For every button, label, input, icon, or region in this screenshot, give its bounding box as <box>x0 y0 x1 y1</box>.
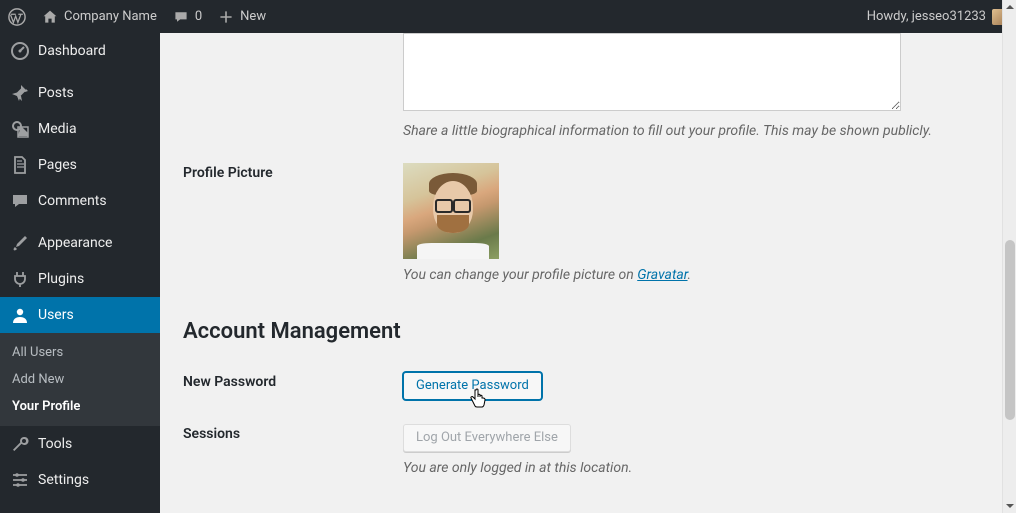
scroll-down-icon[interactable] <box>1003 499 1016 513</box>
menu-label: Appearance <box>38 235 112 251</box>
new-content-link[interactable]: New <box>218 9 266 25</box>
sessions-label: Sessions <box>183 424 403 442</box>
menu-users[interactable]: Users <box>0 297 160 333</box>
menu-label: Tools <box>38 436 72 452</box>
user-icon <box>10 305 30 325</box>
logout-everywhere-button[interactable]: Log Out Everywhere Else <box>403 424 571 452</box>
sliders-icon <box>10 470 30 490</box>
menu-label: Posts <box>38 85 74 101</box>
comments-link[interactable]: 0 <box>173 9 202 25</box>
profile-content: Share a little biographical information … <box>163 33 1002 513</box>
menu-dashboard[interactable]: Dashboard <box>0 33 160 69</box>
submenu-add-new[interactable]: Add New <box>0 366 160 393</box>
menu-plugins[interactable]: Plugins <box>0 261 160 297</box>
bio-textarea[interactable] <box>403 33 901 111</box>
comment-icon <box>173 9 189 25</box>
comment-icon <box>10 191 30 211</box>
users-submenu: All Users Add New Your Profile <box>0 333 160 426</box>
profile-picture-row: Profile Picture You can change your prof… <box>183 151 982 295</box>
menu-comments[interactable]: Comments <box>0 183 160 219</box>
menu-label: Plugins <box>38 271 84 287</box>
menu-pages[interactable]: Pages <box>0 147 160 183</box>
new-password-row: New Password Generate Password <box>183 360 982 412</box>
menu-label: Users <box>38 307 74 323</box>
menu-media[interactable]: Media <box>0 111 160 147</box>
wp-logo-menu[interactable] <box>8 8 26 26</box>
gravatar-link[interactable]: Gravatar <box>637 267 687 283</box>
admin-toolbar-right: Howdy, jesseo31233 <box>867 9 1008 25</box>
gravatar-help-prefix: You can change your profile picture on <box>403 267 637 283</box>
account-management-heading: Account Management <box>183 319 982 344</box>
bio-label <box>183 33 403 35</box>
profile-picture-help: You can change your profile picture on G… <box>403 267 982 283</box>
submenu-all-users[interactable]: All Users <box>0 339 160 366</box>
wordpress-icon <box>8 8 26 26</box>
plus-icon <box>218 9 234 25</box>
new-label: New <box>240 9 266 24</box>
profile-picture-label: Profile Picture <box>183 163 403 181</box>
vertical-scrollbar[interactable] <box>1002 0 1016 513</box>
menu-appearance[interactable]: Appearance <box>0 225 160 261</box>
wrench-icon <box>10 434 30 454</box>
menu-label: Dashboard <box>38 43 106 59</box>
submenu-your-profile[interactable]: Your Profile <box>0 393 160 420</box>
menu-label: Comments <box>38 193 107 209</box>
site-name-text: Company Name <box>64 9 157 24</box>
bio-help-text: Share a little biographical information … <box>403 123 982 139</box>
menu-label: Settings <box>38 472 89 488</box>
generate-password-button[interactable]: Generate Password <box>403 372 542 400</box>
scroll-up-icon[interactable] <box>1003 0 1016 14</box>
admin-toolbar: Company Name 0 New Howdy, jesseo31233 <box>0 0 1016 33</box>
profile-picture <box>403 163 499 259</box>
menu-label: Media <box>38 121 77 137</box>
brush-icon <box>10 233 30 253</box>
menu-posts[interactable]: Posts <box>0 75 160 111</box>
menu-settings[interactable]: Settings <box>0 462 160 498</box>
admin-toolbar-left: Company Name 0 New <box>8 8 266 26</box>
howdy-text: Howdy, jesseo31233 <box>867 9 986 24</box>
my-account-link[interactable]: Howdy, jesseo31233 <box>867 9 1008 25</box>
menu-tools[interactable]: Tools <box>0 426 160 462</box>
media-icon <box>10 119 30 139</box>
pin-icon <box>10 83 30 103</box>
scrollbar-thumb[interactable] <box>1005 240 1015 420</box>
plug-icon <box>10 269 30 289</box>
dashboard-icon <box>10 41 30 61</box>
page-icon <box>10 155 30 175</box>
bio-row: Share a little biographical information … <box>183 33 982 151</box>
menu-label: Pages <box>38 157 77 173</box>
new-password-label: New Password <box>183 372 403 390</box>
site-name-link[interactable]: Company Name <box>42 9 157 25</box>
sessions-help-text: You are only logged in at this location. <box>403 460 982 476</box>
home-icon <box>42 9 58 25</box>
comments-count: 0 <box>195 9 202 24</box>
sessions-row: Sessions Log Out Everywhere Else You are… <box>183 412 982 488</box>
admin-sidebar: Dashboard Posts Media Pages Comments App… <box>0 33 160 513</box>
